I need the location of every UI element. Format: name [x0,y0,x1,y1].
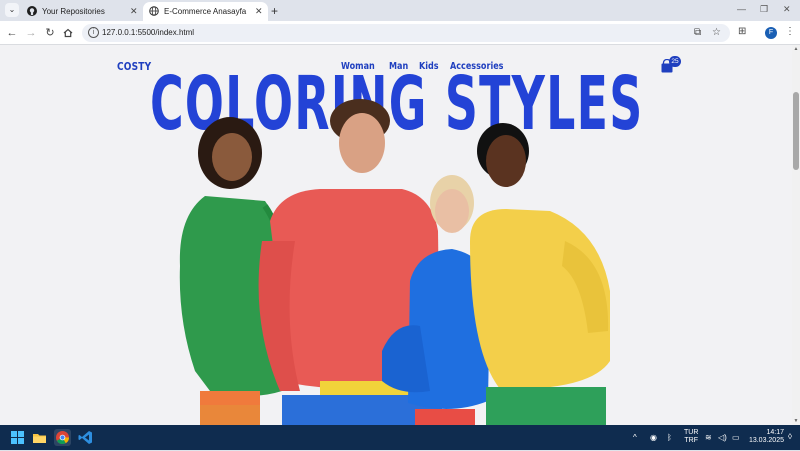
extensions-icon[interactable]: ⊞ [738,26,746,37]
file-explorer-icon[interactable] [31,429,48,446]
browser-tab-strip: ⌄ Your Repositories ✕ E-Commerce Anasayf… [0,0,800,21]
vscode-icon[interactable] [77,429,94,446]
clock-time: 14:17 [766,429,784,436]
globe-icon [149,6,159,16]
wifi-icon[interactable]: ≋ [705,433,712,442]
close-window-icon[interactable]: ✕ [783,4,791,15]
tray-overflow-chevron-icon[interactable]: ^ [633,433,637,442]
notification-bell-icon[interactable]: ◊ [788,432,792,441]
page-scrollbar[interactable]: ▲ ▼ [792,45,800,425]
scroll-up-arrow-icon[interactable]: ▲ [793,46,799,52]
tab-close-icon[interactable]: ✕ [130,6,138,17]
hero-image [179,99,610,425]
tab-search-button[interactable]: ⌄ [5,3,19,17]
bookmark-star-icon[interactable]: ☆ [712,27,721,38]
system-clock[interactable]: 14:17 13.03.2025 [746,429,784,445]
address-bar[interactable]: i 127.0.0.1:5500/index.html ⧉ ☆ [82,24,730,42]
minimize-icon[interactable]: — [737,4,746,14]
page-viewport: COSTY Woman Man Kids Accessories 25 COLO… [0,45,800,425]
back-icon[interactable]: ← [5,26,19,40]
windows-start-icon[interactable] [9,429,26,446]
home-icon[interactable] [61,26,75,40]
cart-count-badge: 25 [669,56,681,67]
tab-your-repositories[interactable]: Your Repositories ✕ [21,2,144,21]
cart-button[interactable]: 25 [660,56,682,77]
clock-date: 13.03.2025 [748,437,784,444]
site-logo[interactable]: COSTY [117,60,151,73]
browser-toolbar: ← → ↻ i 127.0.0.1:5500/index.html ⧉ ☆ ⊞ … [0,21,800,45]
site-info-icon[interactable]: i [88,27,99,38]
new-tab-button[interactable]: + [271,4,278,18]
windows-taskbar: ^ ◉ ᛒ TUR TRF ≋ ◁) ▭ 14:17 13.03.2025 ◊ [0,425,800,450]
profile-avatar[interactable]: F [765,27,777,39]
translate-icon[interactable]: ⧉ [694,27,701,38]
model-yellow-hoodie [470,123,610,425]
tab-e-commerce[interactable]: E-Commerce Anasayfa ✕ [143,2,268,21]
tab-title: Your Repositories [42,7,105,16]
bluetooth-icon[interactable]: ᛒ [667,433,672,442]
keyboard-layout-code: TRF [684,437,698,444]
scroll-down-arrow-icon[interactable]: ▼ [793,418,799,424]
reload-icon[interactable]: ↻ [43,26,57,40]
github-icon [27,6,37,16]
chrome-icon[interactable] [54,429,71,446]
tab-title: E-Commerce Anasayfa [164,7,247,16]
url-text: 127.0.0.1:5500/index.html [102,28,195,37]
browser-menu-icon[interactable]: ⋮ [785,26,795,37]
tab-close-icon[interactable]: ✕ [255,6,263,17]
restore-icon[interactable]: ❐ [760,4,768,15]
volume-icon[interactable]: ◁) [718,433,727,442]
battery-icon[interactable]: ▭ [732,433,740,442]
input-language-indicator[interactable]: TUR TRF [684,429,698,445]
tray-app-icon[interactable]: ◉ [650,433,657,442]
forward-icon[interactable]: → [24,26,38,40]
scrollbar-thumb[interactable] [793,92,799,170]
language-code: TUR [684,429,699,436]
